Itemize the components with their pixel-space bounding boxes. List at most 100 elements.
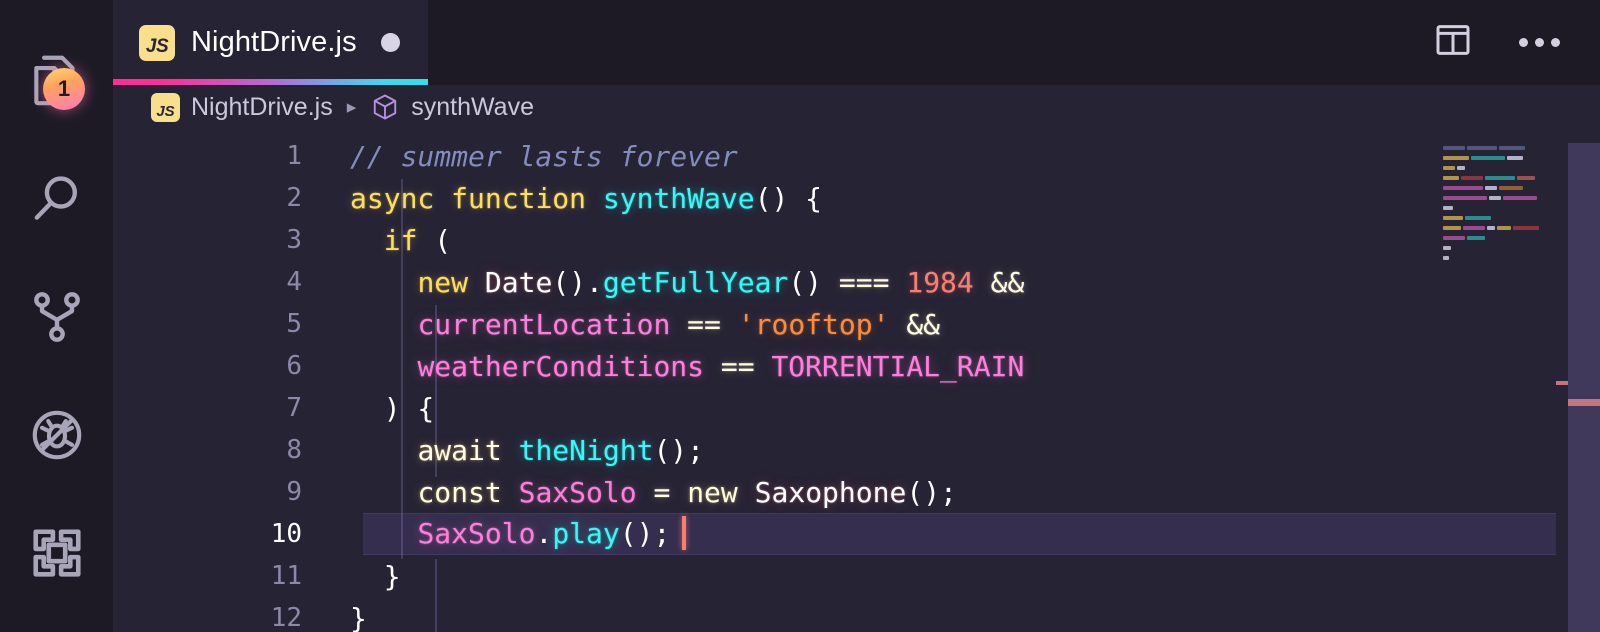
search-icon xyxy=(26,168,88,230)
line-number: 3 xyxy=(286,225,302,255)
branch-icon xyxy=(26,286,88,348)
code-line-text[interactable]: await theNight(); xyxy=(328,434,704,467)
token-cream: await xyxy=(417,433,502,467)
activity-item-source-control[interactable] xyxy=(0,258,113,376)
token-punc: (); xyxy=(653,433,705,467)
activity-item-search[interactable] xyxy=(0,140,113,258)
code-line-text[interactable]: } xyxy=(328,560,401,593)
code-line-text[interactable]: } xyxy=(328,602,367,632)
tab-nightdrive-js[interactable]: JS NightDrive.js xyxy=(113,0,428,85)
token-op: == xyxy=(720,349,755,383)
token-punc: } xyxy=(350,601,367,632)
split-editor-button[interactable] xyxy=(1433,20,1473,65)
token-punc: () xyxy=(788,265,839,299)
line-number: 9 xyxy=(286,477,302,507)
scrollbar-thumb[interactable] xyxy=(1568,143,1600,632)
token-op: && xyxy=(906,307,941,341)
debug-off-icon xyxy=(26,404,88,466)
activity-bar: 1 xyxy=(0,0,113,632)
activity-item-run-and-debug[interactable] xyxy=(0,376,113,494)
line-number: 7 xyxy=(286,393,302,423)
activity-item-extensions[interactable] xyxy=(0,494,113,612)
token-op: == xyxy=(687,307,721,341)
token-punc: } xyxy=(350,559,401,593)
line-number: 8 xyxy=(286,435,302,465)
token-white: Date xyxy=(484,265,553,299)
token-const: TORRENTIAL_RAIN xyxy=(771,349,1025,383)
code-line[interactable]: 3 if ( xyxy=(113,219,1600,261)
ellipsis-icon xyxy=(1519,38,1560,47)
activity-item-explorer[interactable]: 1 xyxy=(0,22,113,140)
token-white: Saxophone xyxy=(754,475,907,509)
code-line[interactable]: 6 weatherConditions == TORRENTIAL_RAIN xyxy=(113,345,1600,387)
tab-bar: JS NightDrive.js xyxy=(113,0,1600,85)
code-editor[interactable]: 1 // summer lasts forever 2 async function … xyxy=(113,129,1600,632)
token-fn: theNight xyxy=(518,433,654,467)
breadcrumb-js-icon: JS xyxy=(151,92,180,122)
token-fn: play xyxy=(552,516,620,550)
tab-label: NightDrive.js xyxy=(191,26,357,58)
token-cream: const xyxy=(417,475,502,509)
token-kw: new xyxy=(417,265,469,299)
token-var: currentLocation xyxy=(417,307,671,341)
code-line-text[interactable]: weatherConditions == TORRENTIAL_RAIN xyxy=(328,350,1024,383)
token-kw: async xyxy=(350,181,435,215)
overview-ruler-marker xyxy=(1556,381,1568,385)
code-line-text[interactable]: const SaxSolo = new Saxophone(); xyxy=(328,475,956,509)
editor-scrollbar[interactable] xyxy=(1568,129,1600,632)
code-line-text[interactable]: // summer lasts forever xyxy=(328,140,738,173)
code-lines: 1 // summer lasts forever 2 async function … xyxy=(113,129,1600,632)
token-punc: (); xyxy=(619,516,671,550)
code-line[interactable]: 4 new Date().getFullYear() === 1984 && xyxy=(113,261,1600,303)
extensions-icon xyxy=(28,524,86,582)
line-number: 4 xyxy=(286,267,302,297)
code-line[interactable]: 7 ) { xyxy=(113,387,1600,429)
code-line-text[interactable]: ) { xyxy=(328,392,435,425)
line-number: 12 xyxy=(270,603,302,632)
breadcrumb-file[interactable]: NightDrive.js xyxy=(191,93,333,122)
token-fn: synthWave xyxy=(602,181,755,215)
code-line-text[interactable]: new Date().getFullYear() === 1984 && xyxy=(328,266,1024,299)
more-actions-button[interactable] xyxy=(1519,38,1560,47)
token-punc: () { xyxy=(754,181,823,215)
explorer-badge: 1 xyxy=(43,68,85,110)
code-line[interactable]: 1 // summer lasts forever xyxy=(113,135,1600,177)
code-line[interactable]: 9 const SaxSolo = new Saxophone(); xyxy=(113,471,1600,513)
line-number: 1 xyxy=(286,141,302,171)
editor-toolbar xyxy=(1433,0,1600,85)
code-line-text[interactable]: currentLocation == 'rooftop' && xyxy=(328,308,940,341)
token-num: 1984 xyxy=(906,265,974,299)
vscode-window: 1 JS NightDrive.js JS NightDrive.js ▸ sy… xyxy=(0,0,1600,632)
token-comment: // summer lasts forever xyxy=(350,139,738,173)
breadcrumb-symbol[interactable]: synthWave xyxy=(411,93,534,122)
unsaved-indicator-icon[interactable] xyxy=(380,33,400,52)
line-number: 5 xyxy=(286,309,302,339)
code-line-text[interactable]: if ( xyxy=(328,224,451,257)
code-line[interactable]: 11 } xyxy=(113,555,1600,597)
code-line[interactable]: 5 currentLocation == 'rooftop' && xyxy=(113,303,1600,345)
code-line-text[interactable]: async function synthWave() { xyxy=(328,182,822,215)
token-punc: . xyxy=(535,516,553,550)
token-var: weatherConditions xyxy=(417,349,705,383)
breadcrumb-separator-icon: ▸ xyxy=(346,96,357,118)
code-line-text[interactable]: SaxSolo.play(); xyxy=(328,515,687,552)
code-line[interactable]: 2 async function synthWave() { xyxy=(113,177,1600,219)
token-op: = xyxy=(653,475,671,509)
split-editor-icon xyxy=(1433,20,1473,65)
token-fn: getFullYear xyxy=(602,265,789,299)
code-line[interactable]: 8 await theNight(); xyxy=(113,429,1600,471)
code-line[interactable]: 12} xyxy=(113,597,1600,632)
cube-icon xyxy=(370,92,400,122)
token-op: && xyxy=(990,265,1025,299)
code-line[interactable]: 10 SaxSolo.play(); xyxy=(113,513,1600,555)
